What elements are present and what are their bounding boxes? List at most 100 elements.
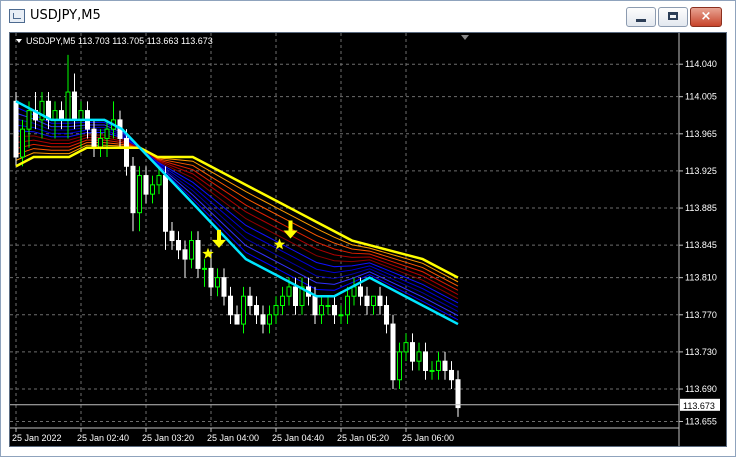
candle-body xyxy=(13,100,19,158)
time-tick-label: 25 Jan 06:00 xyxy=(402,433,454,443)
chart-header-text: USDJPY,M5 113.703 113.705 113.663 113.67… xyxy=(26,36,213,46)
candle-body xyxy=(403,342,409,353)
candle-body xyxy=(20,128,25,158)
price-tick-label: 113.925 xyxy=(685,166,717,176)
candle-body xyxy=(416,351,422,362)
candle-body xyxy=(273,304,279,316)
candle-body xyxy=(221,277,227,297)
price-chart[interactable]: 114.040 114.005 113.965 113.925 113.885 113.8… xyxy=(9,32,727,447)
candle-body xyxy=(351,286,357,297)
time-tick-label: 25 Jan 2022 xyxy=(12,433,62,443)
price-tick-label: 113.965 xyxy=(685,129,717,139)
candle-body xyxy=(78,110,84,121)
candle-body xyxy=(455,379,461,409)
price-tick-label: 113.655 xyxy=(685,417,717,427)
candle-body xyxy=(423,351,428,371)
candle-body xyxy=(130,165,136,214)
price-tick-label: 113.730 xyxy=(685,347,717,357)
title-bar[interactable]: USDJPY,M5 × xyxy=(1,1,735,31)
candle-body xyxy=(182,249,188,260)
candle-body xyxy=(91,128,97,149)
chart-shift-marker xyxy=(461,35,469,40)
dropdown-triangle-icon xyxy=(16,39,22,43)
candle-body xyxy=(371,295,376,306)
ma-ribbon-line xyxy=(15,137,459,295)
price-tick-label: 114.005 xyxy=(685,92,717,102)
candle-body xyxy=(254,304,259,316)
time-tick-label: 25 Jan 03:20 xyxy=(142,433,194,443)
candle-body xyxy=(234,314,240,325)
fast-ma-line xyxy=(15,100,459,326)
maximize-button[interactable] xyxy=(658,7,688,27)
candle-body xyxy=(293,286,298,306)
candle-body xyxy=(241,295,246,325)
candle-body xyxy=(163,175,168,232)
candle-body xyxy=(429,369,435,372)
candle-body xyxy=(208,267,214,288)
price-tick-label: 114.040 xyxy=(685,59,717,69)
candle-body xyxy=(325,304,331,307)
candle-body xyxy=(150,184,155,195)
ma-ribbon-line xyxy=(15,134,459,300)
candle-body xyxy=(124,137,129,167)
candle-body xyxy=(137,175,142,214)
candle-body xyxy=(286,286,292,297)
candle-body xyxy=(449,369,454,381)
app-icon xyxy=(9,9,25,23)
candle-body xyxy=(72,91,77,121)
window-title: USDJPY,M5 xyxy=(30,8,101,23)
chart-canvas[interactable]: 114.040 114.005 113.965 113.925 113.885 113.8… xyxy=(10,33,726,446)
price-tick-label: 113.690 xyxy=(685,384,717,394)
chart-window: USDJPY,M5 × 114.040 114.005 113.965 113.925… xyxy=(0,0,736,457)
candle-body xyxy=(202,267,207,270)
candle-body xyxy=(436,360,441,371)
candle-body xyxy=(98,137,103,149)
time-tick-label: 25 Jan 04:00 xyxy=(207,433,259,443)
down-arrow-icon xyxy=(283,220,298,239)
price-tick-label: 113.810 xyxy=(685,273,717,283)
star-icon xyxy=(202,247,214,259)
candle-body xyxy=(247,295,253,306)
candle-body xyxy=(364,295,370,306)
candle-body xyxy=(52,110,58,121)
price-tick-label: 113.845 xyxy=(685,240,717,250)
close-icon: × xyxy=(700,9,712,24)
candle-body xyxy=(338,314,344,317)
candle-body xyxy=(104,128,110,139)
maximize-icon xyxy=(668,12,678,20)
candle-body xyxy=(358,286,363,297)
candle-body xyxy=(332,304,337,316)
candle-body xyxy=(65,91,71,121)
ma-ribbon-line xyxy=(15,139,459,291)
time-tick-label: 25 Jan 02:40 xyxy=(77,433,129,443)
time-tick-label: 25 Jan 05:20 xyxy=(337,433,389,443)
candle-body xyxy=(390,323,396,381)
candle-body xyxy=(59,110,64,121)
candle-body xyxy=(384,304,389,325)
ma-ribbon-line xyxy=(15,130,459,304)
candle-body xyxy=(169,230,175,242)
candle-body xyxy=(319,304,324,316)
candle-body xyxy=(215,277,220,288)
candle-body xyxy=(312,295,318,316)
candle-body xyxy=(228,295,233,316)
current-price-label: 113.673 xyxy=(683,401,715,411)
candle-body xyxy=(156,175,162,186)
candle-body xyxy=(176,240,181,251)
candle-body xyxy=(377,295,383,306)
minimize-button[interactable] xyxy=(626,7,656,27)
candle-body xyxy=(260,314,266,325)
close-button[interactable]: × xyxy=(690,7,722,27)
ma-ribbon-line xyxy=(15,124,459,308)
candle-body xyxy=(410,342,415,362)
candle-body xyxy=(195,240,201,269)
candle-body xyxy=(189,240,194,260)
candle-body xyxy=(143,175,149,195)
candle-body xyxy=(345,295,350,316)
candle-body xyxy=(397,351,402,381)
price-tick-label: 113.885 xyxy=(685,203,717,213)
candle-body xyxy=(280,295,285,306)
candle-body xyxy=(442,360,448,371)
minimize-icon xyxy=(636,19,646,22)
candle-body xyxy=(26,110,32,130)
